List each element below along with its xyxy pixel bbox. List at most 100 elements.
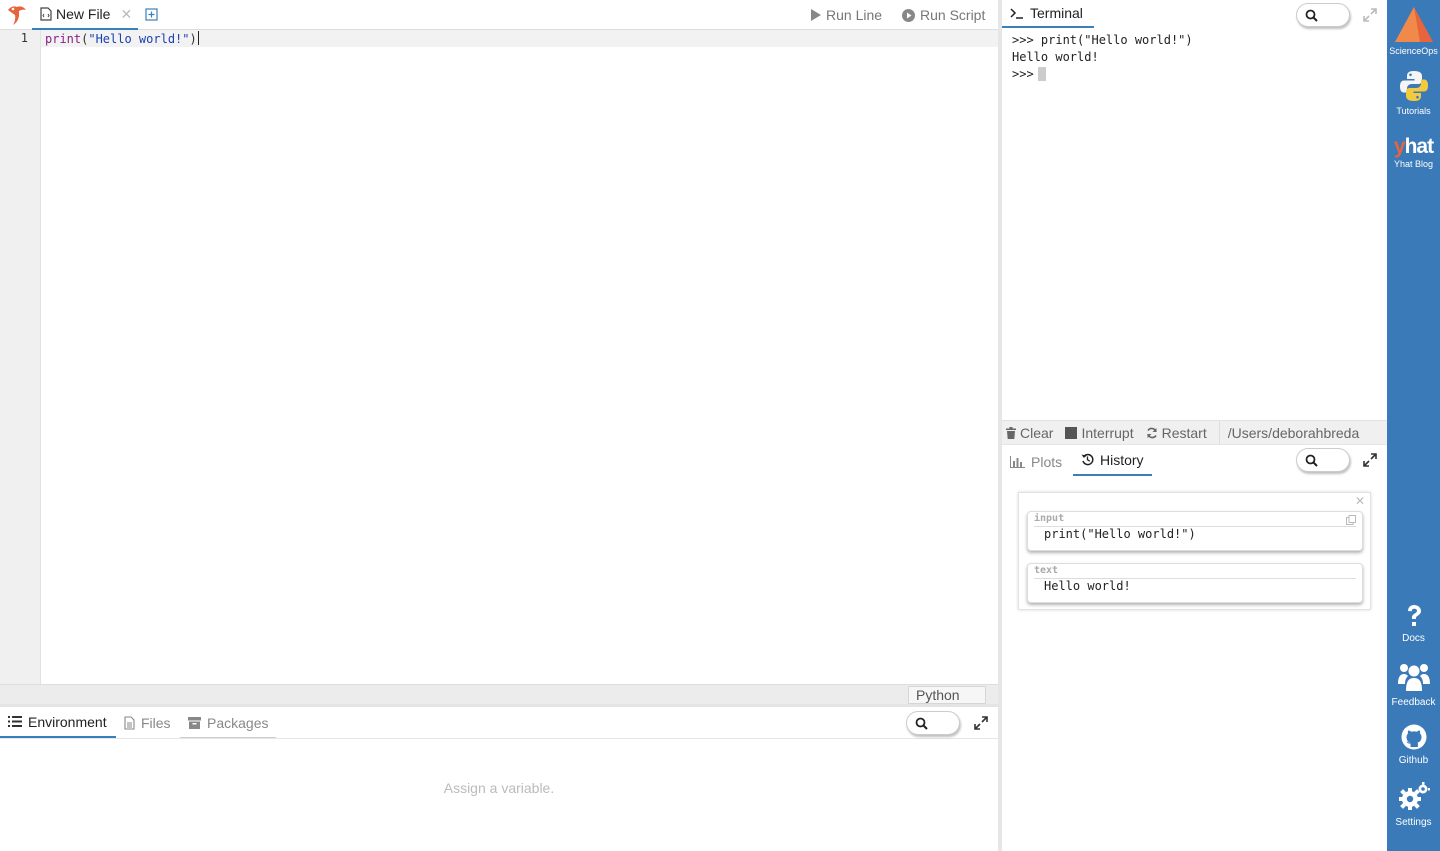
- copy-icon[interactable]: [1346, 515, 1356, 525]
- clear-label: Clear: [1020, 424, 1054, 441]
- python-logo-icon: [1399, 71, 1428, 101]
- environment-tab-bar: Environment Files Packages: [0, 707, 998, 739]
- language-selector[interactable]: Python: [908, 686, 986, 704]
- text-cursor: [197, 31, 199, 45]
- tab-history-label: History: [1100, 451, 1144, 468]
- terminal-line: Hello world!: [1012, 50, 1099, 64]
- history-search[interactable]: [1296, 448, 1350, 472]
- sidebar-label: Docs: [1402, 633, 1425, 644]
- search-icon: [915, 717, 928, 730]
- cell-content: print("Hello world!"): [1044, 527, 1196, 541]
- history-icon: [1081, 453, 1094, 466]
- close-history-icon[interactable]: ✕: [1355, 494, 1365, 508]
- question-icon: [1407, 605, 1421, 626]
- code-close-paren: ): [189, 32, 197, 46]
- terminal-icon: [1010, 7, 1023, 19]
- file-code-icon: [40, 7, 52, 21]
- working-directory: /Users/deborahbreda: [1218, 420, 1359, 445]
- left-column: New File ✕ Run Line Run Script 1 print("…: [0, 0, 998, 851]
- line-number: 1: [20, 31, 28, 45]
- file-icon: [124, 715, 135, 730]
- tab-files[interactable]: Files: [116, 707, 179, 738]
- terminal-search[interactable]: [1296, 3, 1350, 27]
- app-sidebar: ScienceOps Tutorials yhat Yhat Blog Docs: [1387, 0, 1440, 851]
- sidebar-item-github[interactable]: Github: [1387, 724, 1440, 766]
- tab-underline: [180, 737, 276, 738]
- play-circle-icon: [902, 8, 915, 22]
- clear-button[interactable]: Clear: [1006, 425, 1053, 441]
- sidebar-item-docs[interactable]: Docs: [1387, 604, 1440, 644]
- sidebar-label: Yhat Blog: [1393, 159, 1434, 169]
- history-panel: ✕ input print("Hello world!") text Hello…: [1002, 476, 1387, 851]
- tab-terminal[interactable]: Terminal: [1002, 0, 1094, 28]
- history-output-cell: text Hello world!: [1027, 563, 1363, 603]
- bar-chart-icon: [1010, 455, 1025, 468]
- refresh-icon: [1146, 427, 1157, 438]
- line-number-gutter: 1: [0, 30, 41, 684]
- tab-files-label: Files: [141, 714, 171, 731]
- environment-panel: Assign a variable.: [0, 740, 998, 851]
- sidebar-item-tutorials[interactable]: Tutorials: [1387, 70, 1440, 116]
- history-input-cell[interactable]: input print("Hello world!"): [1027, 511, 1363, 551]
- interrupt-button[interactable]: Interrupt: [1065, 425, 1134, 441]
- terminal-cursor: [1037, 67, 1046, 81]
- stop-icon: [1065, 426, 1078, 439]
- cell-label: input: [1034, 513, 1065, 524]
- code-string: "Hello world!": [88, 32, 190, 46]
- sidebar-label: Settings: [1395, 817, 1432, 828]
- rodeo-ide: New File ✕ Run Line Run Script 1 print("…: [0, 0, 1440, 851]
- search-icon: [1305, 9, 1318, 22]
- history-tab-bar: Plots History: [1002, 444, 1387, 476]
- archive-icon: [188, 716, 201, 729]
- scienceops-logo-icon: [1394, 7, 1433, 42]
- sidebar-item-blog[interactable]: yhat Yhat Blog: [1387, 135, 1440, 169]
- run-line-label: Run Line: [826, 7, 883, 23]
- code-editor[interactable]: 1 print("Hello world!"): [0, 30, 998, 684]
- terminal-output[interactable]: >>> print("Hello world!") Hello world! >…: [1002, 30, 1387, 420]
- code-line[interactable]: print("Hello world!"): [45, 31, 199, 46]
- play-icon: [811, 9, 821, 21]
- editor-tab-bar: New File ✕ Run Line Run Script: [0, 0, 998, 30]
- add-tab-icon[interactable]: [145, 8, 158, 21]
- editor-status-bar: Python: [0, 684, 998, 704]
- cell-content: Hello world!: [1044, 579, 1131, 593]
- restart-button[interactable]: Restart: [1146, 425, 1207, 441]
- cell-label: text: [1034, 565, 1059, 576]
- restart-label: Restart: [1161, 424, 1207, 441]
- tab-packages[interactable]: Packages: [180, 707, 276, 738]
- tab-environment-label: Environment: [28, 713, 107, 730]
- sidebar-item-settings[interactable]: Settings: [1387, 782, 1440, 828]
- users-icon: [1397, 664, 1430, 691]
- expand-icon[interactable]: [1363, 8, 1377, 22]
- github-icon: [1401, 724, 1426, 750]
- run-script-button[interactable]: Run Script: [902, 0, 985, 30]
- tab-plots-label: Plots: [1031, 453, 1063, 470]
- tab-terminal-label: Terminal: [1030, 5, 1083, 21]
- close-tab-icon[interactable]: ✕: [120, 6, 132, 23]
- terminal-prompt-line[interactable]: >>>: [1012, 66, 1377, 83]
- empty-environment-message: Assign a variable.: [443, 780, 555, 796]
- gear-icon: [1398, 782, 1430, 810]
- editor-file-tab[interactable]: New File ✕: [32, 0, 138, 30]
- expand-icon[interactable]: [1363, 453, 1377, 467]
- tab-environment[interactable]: Environment: [0, 707, 116, 738]
- run-line-button[interactable]: Run Line: [810, 0, 882, 30]
- terminal-tab-bar: Terminal: [1002, 0, 1387, 30]
- sidebar-label: Tutorials: [1396, 106, 1431, 116]
- expand-icon[interactable]: [974, 716, 988, 730]
- yhat-logo-icon: yhat: [1393, 135, 1434, 158]
- sidebar-label: Github: [1398, 755, 1429, 766]
- file-tab-label: New File: [56, 6, 111, 22]
- sidebar-item-feedback[interactable]: Feedback: [1387, 662, 1440, 708]
- tab-history[interactable]: History: [1073, 445, 1152, 476]
- sidebar-item-scienceops[interactable]: ScienceOps: [1387, 6, 1440, 56]
- code-function-name: print: [45, 32, 82, 46]
- sidebar-label: Feedback: [1391, 697, 1436, 708]
- environment-search[interactable]: [906, 711, 960, 735]
- tab-plots[interactable]: Plots: [1002, 446, 1070, 477]
- history-entry: ✕ input print("Hello world!") text Hello…: [1018, 492, 1371, 610]
- tab-packages-label: Packages: [207, 714, 269, 731]
- right-column: Terminal >>> print("Hello world!") Hello…: [1002, 0, 1387, 851]
- rodeo-logo-icon: [8, 6, 26, 25]
- trash-icon: [1006, 426, 1016, 439]
